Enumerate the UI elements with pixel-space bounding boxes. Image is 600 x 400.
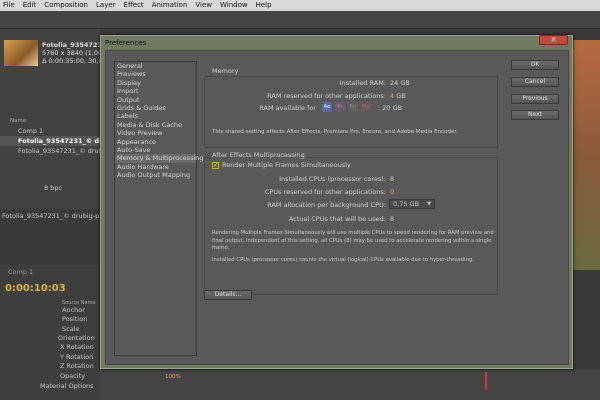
cancel-button[interactable]: Cancel [511, 77, 559, 87]
property-anchor[interactable]: Anchor [62, 306, 85, 315]
property-y-rotation[interactable]: Y Rotation [60, 353, 93, 362]
chevron-down-icon: ▼ [427, 201, 431, 207]
category-labels[interactable]: Labels [115, 112, 196, 120]
menu-effect[interactable]: Effect [124, 0, 144, 11]
tools-toolbar [0, 11, 600, 29]
category-appearance[interactable]: Appearance [115, 138, 196, 146]
category-audio-output-mapping[interactable]: Audio Output Mapping [115, 171, 196, 179]
menu-composition[interactable]: Composition [44, 0, 88, 11]
property-z-rotation[interactable]: Z Rotation [60, 362, 94, 371]
dialog-body: General Previews Display Import Output G… [105, 50, 569, 365]
ram-per-cpu-dropdown[interactable]: 0,75 GB ▼ [389, 199, 435, 209]
category-general[interactable]: General [115, 62, 196, 70]
installed-cpus-value: 8 [390, 175, 395, 183]
property-position[interactable]: Position [62, 315, 87, 324]
dialog-title: Preferences [105, 39, 147, 47]
hyperthreading-note: Installed CPUs (processor cores) counts … [212, 257, 474, 263]
cpus-reserved-value[interactable]: 0 [390, 188, 394, 196]
footage-dims: 5760 x 3840 (1,00) [42, 49, 105, 57]
project-item[interactable]: Comp 1 [0, 126, 100, 136]
project-item[interactable]: Fotolia_93547231_© drubig-photo [0, 146, 100, 156]
ram-reserved-value[interactable]: 4 [390, 92, 394, 100]
render-multiple-frames-checkbox[interactable]: ✓ [212, 162, 219, 169]
menu-edit[interactable]: Edit [23, 0, 37, 11]
next-button[interactable]: Next [511, 110, 559, 120]
material-options[interactable]: Material Options [40, 382, 94, 391]
actual-cpus-label: Actual CPUs that will be used: [288, 215, 386, 223]
category-list: General Previews Display Import Output G… [114, 61, 204, 356]
app-icons: Ae Pr En Me [322, 102, 374, 112]
category-previews[interactable]: Previews [115, 70, 196, 78]
render-multiple-frames-label[interactable]: Render Multiple Frames Simultaneously [222, 161, 351, 169]
category-audio-hardware[interactable]: Audio Hardware [115, 163, 196, 171]
after-effects-icon: Ae [322, 102, 332, 112]
property-x-rotation[interactable]: X Rotation [60, 343, 94, 352]
menu-layer[interactable]: Layer [96, 0, 116, 11]
effect-controls-layer: Fotolia_93547231_© drubig-photo [2, 212, 100, 220]
menu-animation[interactable]: Animation [152, 0, 188, 11]
menu-window[interactable]: Window [220, 0, 248, 11]
menu-bar: File Edit Composition Layer Effect Anima… [0, 0, 600, 11]
category-import[interactable]: Import [115, 87, 196, 95]
property-scale[interactable]: Scale [62, 325, 80, 334]
ram-available-label: RAM available for [259, 104, 316, 112]
footage-name: Fotolia_93547231 [42, 41, 107, 49]
multiprocessing-heading: After Effects Multiprocessing [210, 151, 307, 159]
memory-note: This shared setting affects After Effect… [212, 129, 458, 135]
ok-button[interactable]: OK [511, 60, 559, 70]
menu-view[interactable]: View [195, 0, 212, 11]
actual-cpus-value: 8 [390, 215, 395, 223]
property-opacity[interactable]: Opacity [60, 372, 85, 381]
preferences-dialog: Preferences ✕ General Previews Display I… [100, 35, 573, 369]
property-orientation[interactable]: Orientation [58, 334, 95, 343]
ram-available-value: : 20 GB [378, 104, 403, 112]
current-time-indicator[interactable] [485, 372, 487, 390]
ram-reserved-unit: GB [396, 92, 406, 100]
close-button[interactable]: ✕ [539, 35, 568, 45]
category-memory-multiprocessing[interactable]: Memory & Multiprocessing [115, 154, 204, 163]
category-media-disk-cache[interactable]: Media & Disk Cache [115, 121, 196, 129]
installed-ram-value: 24 GB [390, 79, 410, 87]
name-column-header[interactable]: Name [10, 118, 26, 124]
timeline-tab[interactable]: Comp 1 [8, 268, 33, 276]
footage-duration: Δ 0:00:35:00, 30,00 [42, 57, 107, 65]
composition-viewer-image [572, 40, 600, 270]
ram-per-cpu-value: 0,75 GB [393, 200, 420, 208]
memory-heading: Memory [210, 67, 241, 75]
menu-file[interactable]: File [3, 0, 15, 11]
cpus-reserved-label: CPUs reserved for other applications: [264, 188, 386, 196]
category-display[interactable]: Display [115, 79, 196, 87]
category-output[interactable]: Output [115, 96, 196, 104]
previous-button[interactable]: Previous [511, 94, 559, 104]
installed-cpus-label: Installed CPUs (processor cores): [279, 175, 386, 183]
category-grids-guides[interactable]: Grids & Guides [115, 104, 196, 112]
opacity-value[interactable]: 100% [165, 374, 181, 380]
project-item[interactable]: Fotolia_93547231_© drubig-photo [0, 136, 100, 146]
footage-thumbnail [4, 40, 38, 66]
category-video-preview[interactable]: Video Preview [115, 129, 196, 137]
media-encoder-icon: Me [361, 102, 371, 112]
multiprocessing-note: Rendering Multiple Frames Simultaneously… [212, 230, 494, 251]
ram-reserved-label: RAM reserved for other applications: [267, 92, 386, 100]
details-button[interactable]: Details... [204, 290, 252, 300]
ram-per-cpu-label: RAM allocation per background CPU: [267, 201, 386, 209]
bpc-button[interactable]: 8 bpc [44, 184, 62, 192]
timecode[interactable]: 0:00:10:03 [5, 283, 66, 294]
encore-icon: En [348, 102, 358, 112]
installed-ram-label: Installed RAM: [339, 79, 386, 87]
menu-help[interactable]: Help [256, 0, 272, 11]
category-auto-save[interactable]: Auto-Save [115, 146, 196, 154]
premiere-pro-icon: Pr [335, 102, 345, 112]
